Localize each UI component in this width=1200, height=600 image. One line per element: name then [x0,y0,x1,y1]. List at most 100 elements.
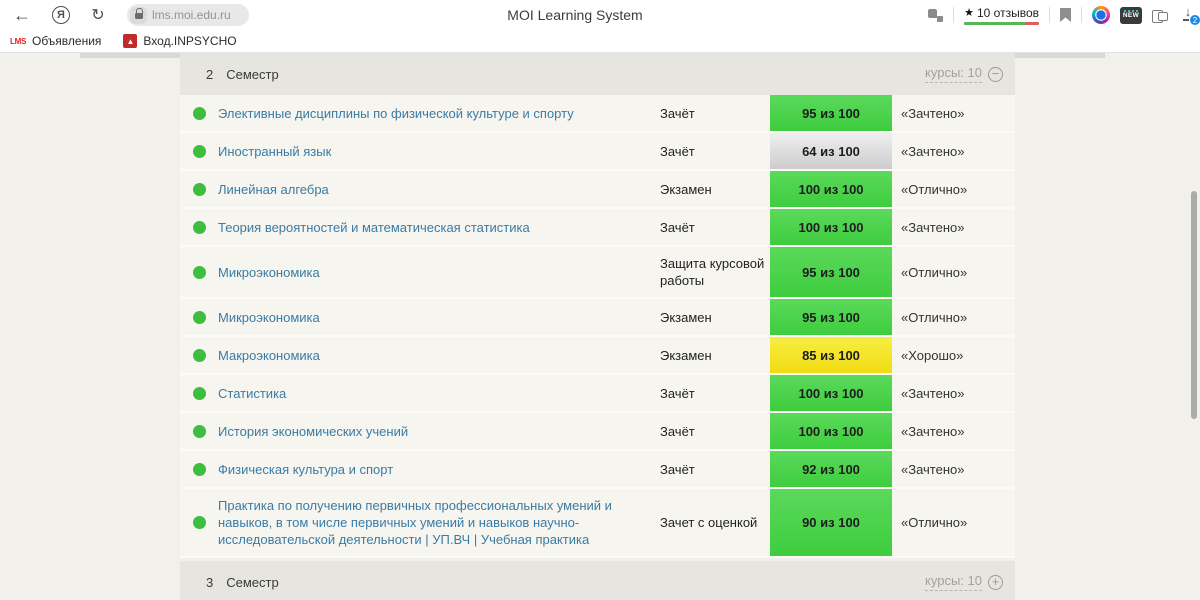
score-cell: 100 из 100 [770,171,892,207]
course-link[interactable]: Статистика [218,386,286,401]
grade-cell: «Зачтено» [901,219,965,235]
expand-plus-icon[interactable]: + [988,574,1003,590]
assessment-type-cell: Зачёт [660,423,695,439]
course-link[interactable]: Практика по получению первичных професси… [218,498,612,547]
bookmark-label: Объявления [32,34,102,48]
grade-cell: «Зачтено» [901,385,965,401]
score-badge: 100 из 100 [770,413,892,449]
semester-3-header: 3 Семестр курсы: 10 + [180,561,1015,600]
status-dot-icon [192,265,206,279]
course-link[interactable]: Теория вероятностей и математическая ста… [218,220,530,235]
course-status-cell [180,106,218,120]
separator [953,7,955,23]
score-cell: 64 из 100 [770,133,892,169]
course-status-cell [180,386,218,400]
course-status-cell [180,424,218,438]
course-row: Теория вероятностей и математическая ста… [180,209,1015,247]
score-badge: 92 из 100 [770,451,892,487]
course-name-cell: Статистика [218,385,660,402]
courses-count-link[interactable]: курсы: 10 [925,573,982,591]
status-dot-icon [192,424,206,438]
score-badge: 100 из 100 [770,171,892,207]
grade-cell: «Зачтено» [901,423,965,439]
score-badge: 64 из 100 [770,133,892,169]
rating-label: 10 отзывов [976,5,1039,20]
course-link[interactable]: История экономических учений [218,424,408,439]
course-link[interactable]: Макроэкономика [218,348,320,363]
grade-cell: «Зачтено» [901,461,965,477]
site-rating-widget[interactable]: ★ 10 отзывов [964,6,1039,25]
score-badge: 95 из 100 [770,95,892,131]
yandex-icon: Я [52,6,70,24]
score-cell: 100 из 100 [770,209,892,245]
grade-cell: «Отлично» [901,264,968,280]
toolbar-right-icons: ★ 10 отзывов NEW ↓ 2 [928,0,1200,30]
address-bar[interactable]: lms.moi.edu.ru [127,4,249,26]
course-link[interactable]: Иностранный язык [218,144,331,159]
separator [1049,7,1050,23]
bookmarks-bar: LMS Объявления ▲ Вход.INPSYCHO [0,30,1200,53]
course-row: Линейная алгебра Экзамен 100 из 100 «Отл… [180,171,1015,209]
assessment-type-cell: Защита курсовой работы [660,256,765,288]
semester-label: Семестр [226,574,279,590]
status-dot-icon [192,516,206,529]
assessment-type-cell: Зачёт [660,385,695,401]
extension-browser-icon[interactable] [1092,6,1110,24]
refresh-button[interactable]: ↻ [84,0,112,30]
downloads-button[interactable]: ↓ 2 [1178,5,1200,26]
star-icon: ★ [964,7,974,19]
browser-toolbar: ← Я ↻ lms.moi.edu.ru MOI Learning System… [0,0,1200,30]
lock-chip[interactable] [130,6,147,24]
grade-cell: «Отлично» [901,181,968,197]
course-name-cell: Иностранный язык [218,143,660,160]
score-cell: 100 из 100 [770,375,892,411]
semester-number: 3 [206,574,214,590]
course-row: Практика по получению первичных професси… [180,489,1015,558]
url-text: lms.moi.edu.ru [152,8,231,22]
bookmark-label: Вход.INPSYCHO [143,34,237,48]
bookmark-item-announcements[interactable]: LMS Объявления [10,34,101,48]
bookmark-item-inpsycho-login[interactable]: ▲ Вход.INPSYCHO [123,34,237,48]
course-name-cell: Микроэкономика [218,309,660,326]
bookmark-flag-icon[interactable] [1060,8,1071,22]
new-badge-label: NEW [1122,12,1140,20]
score-cell: 95 из 100 [770,247,892,297]
course-status-cell [180,516,218,529]
score-badge: 95 из 100 [770,299,892,335]
yandex-browser-button[interactable]: Я [48,0,74,30]
course-link[interactable]: Физическая культура и спорт [218,462,393,477]
status-dot-icon [192,386,206,400]
course-link[interactable]: Элективные дисциплины по физической куль… [218,106,574,121]
score-badge: 100 из 100 [770,209,892,245]
assessment-type-cell: Зачет с оценкой [660,515,758,530]
score-badge: 85 из 100 [770,337,892,373]
protect-icon[interactable] [928,8,944,22]
downloads-badge: 2 [1189,14,1200,26]
assessment-type-cell: Зачёт [660,461,695,477]
course-row: Иностранный язык Зачёт 64 из 100 «Зачтен… [180,133,1015,171]
course-row: Микроэкономика Экзамен 95 из 100 «Отличн… [180,299,1015,337]
grade-cell: «Отлично» [901,309,968,325]
course-link[interactable]: Микроэкономика [218,265,320,280]
course-status-cell [180,265,218,279]
courses-count-link[interactable]: курсы: 10 [925,65,982,83]
status-dot-icon [192,106,206,120]
course-status-cell [180,144,218,158]
vertical-scrollbar-thumb[interactable] [1191,191,1197,419]
back-button[interactable]: ← [8,0,36,30]
course-link[interactable]: Линейная алгебра [218,182,329,197]
status-dot-icon [192,220,206,234]
course-name-cell: Линейная алгебра [218,181,660,198]
course-status-cell [180,462,218,476]
course-row: Макроэкономика Экзамен 85 из 100 «Хорошо… [180,337,1015,375]
inpsycho-favicon: ▲ [123,34,138,48]
course-link[interactable]: Микроэкономика [218,310,320,325]
assessment-type-cell: Экзамен [660,347,712,363]
status-dot-icon [192,310,206,324]
page-title: MOI Learning System [507,7,643,23]
collections-icon[interactable] [1152,8,1168,23]
collapse-minus-icon[interactable]: − [988,66,1003,82]
extension-new-movies-icon[interactable]: NEW [1120,6,1142,24]
grade-cell: «Отлично» [901,515,968,530]
score-cell: 92 из 100 [770,451,892,487]
